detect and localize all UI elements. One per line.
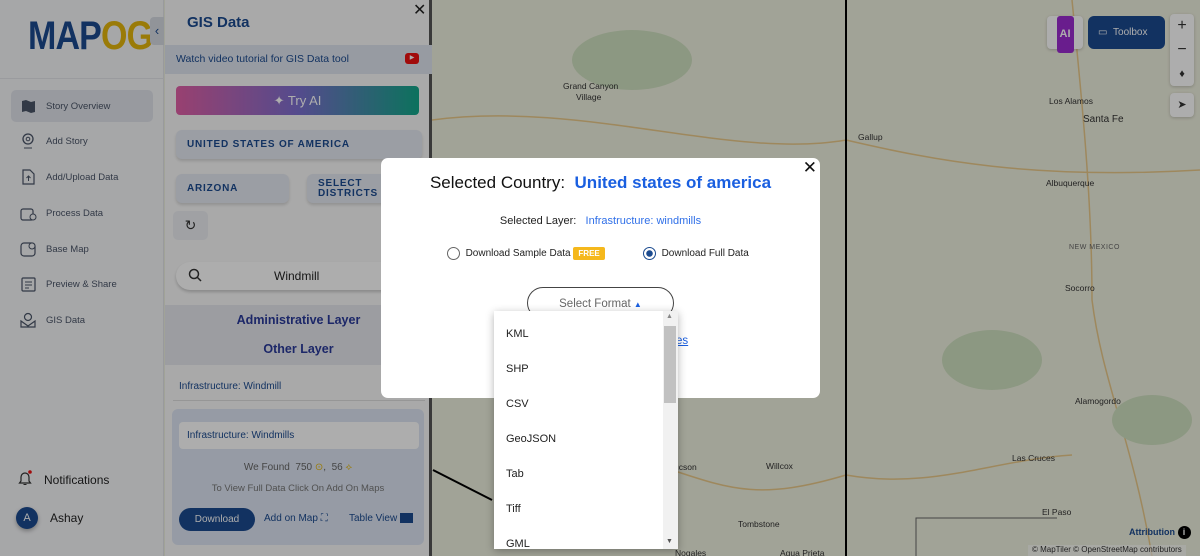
format-option-kml[interactable]: KML [506, 328, 529, 340]
format-option-csv[interactable]: CSV [506, 398, 529, 410]
free-badge: FREE [573, 247, 605, 261]
format-option-tab[interactable]: Tab [506, 468, 524, 480]
country-label: Selected Country: [429, 173, 566, 192]
format-option-geojson[interactable]: GeoJSON [506, 433, 556, 445]
layer-label: Selected Layer: [499, 215, 577, 227]
format-option-gml[interactable]: GML [506, 538, 530, 549]
full-data-option[interactable]: Download Full Data [643, 247, 749, 260]
format-options-list: KML SHP CSV GeoJSON Tab Tiff GML ▲ ▼ [494, 311, 678, 549]
sample-data-option[interactable]: Download Sample Data FREE [447, 247, 605, 261]
format-option-shp[interactable]: SHP [506, 363, 529, 375]
full-radio[interactable] [643, 247, 656, 260]
scroll-up-icon[interactable]: ▲ [666, 313, 673, 320]
scrollbar-thumb[interactable] [664, 326, 676, 403]
selected-country: Selected Country: United states of ameri… [381, 173, 820, 193]
scroll-down-icon[interactable]: ▼ [666, 538, 673, 545]
selected-layer: Selected Layer: Infrastructure: windmill… [381, 215, 820, 227]
format-option-tiff[interactable]: Tiff [506, 503, 521, 515]
full-label: Download Full Data [661, 248, 749, 259]
country-value: United states of america [574, 173, 772, 192]
format-placeholder: Select Format [559, 298, 631, 310]
caret-up-icon: ▲ [633, 300, 642, 309]
layer-value: Infrastructure: windmills [585, 215, 702, 227]
sample-radio[interactable] [447, 247, 460, 260]
sample-label: Download Sample Data [465, 248, 571, 259]
